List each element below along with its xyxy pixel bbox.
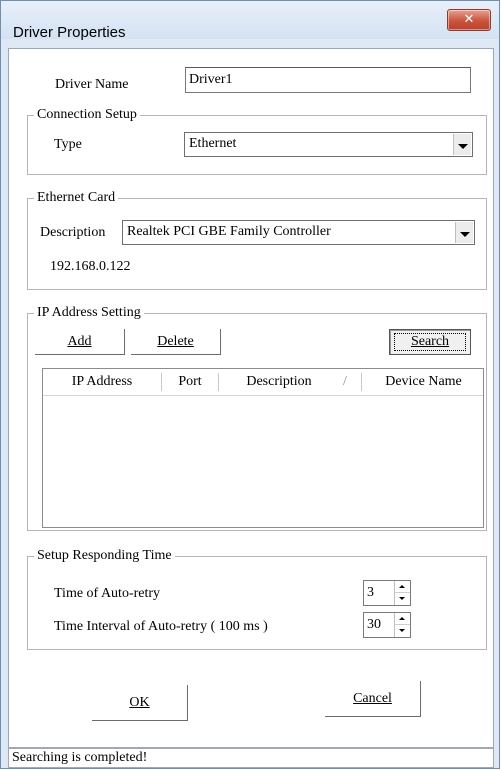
focus-indicator (394, 333, 466, 351)
cancel-button-label: Cancel (353, 691, 392, 706)
type-select[interactable]: Ethernet (184, 132, 473, 157)
description-label: Description (40, 225, 106, 240)
driver-name-input[interactable]: Driver1 (185, 67, 471, 93)
spin-buttons (394, 581, 410, 605)
interval-value[interactable]: 30 (367, 617, 381, 633)
connection-setup-title: Connection Setup (34, 106, 140, 124)
sort-indicator: / (343, 374, 347, 389)
ip-address-setting-title: IP Address Setting (34, 304, 144, 322)
spin-buttons (394, 613, 410, 637)
responding-time-group: Setup Responding Time Time of Auto-retry… (27, 547, 487, 650)
ip-address-setting-group: IP Address Setting Add Delete Search IP … (27, 304, 487, 531)
chevron-down-icon[interactable] (455, 222, 473, 243)
column-ip-address[interactable]: IP Address (43, 369, 161, 395)
column-description[interactable]: Description (219, 369, 339, 395)
add-button[interactable]: Add (35, 329, 125, 355)
close-button[interactable]: ✕ (447, 9, 491, 31)
cancel-button[interactable]: Cancel (325, 681, 421, 717)
title-bar[interactable]: Driver Properties ✕ (1, 1, 499, 41)
delete-button-label: Delete (157, 334, 194, 349)
status-text: Searching is completed! (12, 750, 148, 765)
interval-spinner[interactable]: 30 (363, 612, 411, 638)
spin-down-icon[interactable] (395, 593, 410, 605)
add-button-label: Add (67, 334, 92, 349)
close-icon: ✕ (463, 12, 475, 27)
search-button[interactable]: Search (389, 329, 471, 355)
delete-button[interactable]: Delete (131, 329, 221, 355)
spin-up-icon[interactable] (395, 581, 410, 593)
driver-name-label: Driver Name (55, 77, 129, 92)
window-title: Driver Properties (13, 24, 126, 41)
auto-retry-label: Time of Auto-retry (54, 586, 161, 601)
type-value: Ethernet (189, 136, 237, 151)
driver-properties-window: Driver Properties ✕ Driver Name Driver1 … (0, 0, 500, 769)
auto-retry-value[interactable]: 3 (367, 585, 374, 601)
type-label: Type (54, 137, 82, 152)
responding-time-title: Setup Responding Time (34, 547, 175, 565)
status-bar: Searching is completed! (8, 748, 494, 768)
auto-retry-spinner[interactable]: 3 (363, 580, 411, 606)
ethernet-card-select[interactable]: Realtek PCI GBE Family Controller (122, 220, 475, 245)
chevron-down-icon[interactable] (453, 134, 471, 155)
ethernet-card-value: Realtek PCI GBE Family Controller (127, 224, 331, 239)
list-header: IP Address Port Description / Device Nam… (43, 369, 483, 396)
ethernet-card-group: Ethernet Card Description Realtek PCI GB… (27, 189, 487, 290)
dialog-body: Driver Name Driver1 Connection Setup Typ… (8, 48, 494, 748)
ethernet-ip-text: 192.168.0.122 (50, 259, 131, 274)
ok-button-label: OK (129, 695, 150, 710)
interval-label: Time Interval of Auto-retry ( 100 ms ) (54, 619, 268, 634)
column-device-name[interactable]: Device Name (362, 369, 485, 395)
spin-down-icon[interactable] (395, 625, 410, 637)
connection-setup-group: Connection Setup Type Ethernet (27, 106, 487, 175)
spin-up-icon[interactable] (395, 613, 410, 625)
ip-address-list[interactable]: IP Address Port Description / Device Nam… (42, 368, 484, 528)
ok-button[interactable]: OK (92, 685, 188, 721)
column-port[interactable]: Port (162, 369, 218, 395)
ethernet-card-title: Ethernet Card (34, 189, 119, 207)
